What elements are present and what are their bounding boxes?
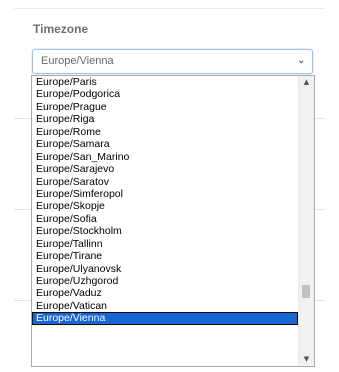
scrollbar-thumb[interactable]	[302, 284, 310, 298]
timezone-label: Timezone	[33, 22, 89, 36]
triangle-down-icon[interactable]: ▼	[299, 353, 314, 366]
timezone-option[interactable]: Europe/Tirane	[32, 250, 298, 262]
card-divider	[14, 8, 325, 9]
timezone-option[interactable]: Europe/Vatican	[32, 300, 298, 312]
timezone-option[interactable]: Europe/Rome	[32, 126, 298, 138]
triangle-up-icon[interactable]: ▲	[299, 76, 314, 89]
settings-page: Timezone Europe/Vienna ⌄ Europe/Paris Eur…	[0, 0, 339, 372]
timezone-option[interactable]: Europe/Sarajevo	[32, 163, 298, 175]
timezone-option[interactable]: Europe/Vaduz	[32, 287, 298, 299]
timezone-options[interactable]: Europe/Paris Europe/Podgorica Europe/Pragu…	[32, 76, 298, 366]
timezone-option[interactable]: Europe/Paris	[32, 76, 298, 88]
timezone-option[interactable]: Europe/Skopje	[32, 200, 298, 212]
timezone-option[interactable]: Europe/San_Marino	[32, 151, 298, 163]
timezone-option[interactable]: Europe/Vienna	[32, 312, 298, 326]
timezone-option[interactable]: Europe/Sofia	[32, 213, 298, 225]
chevron-down-icon[interactable]: ⌄	[297, 55, 307, 67]
timezone-dropdown-list[interactable]: Europe/Paris Europe/Podgorica Europe/Pragu…	[31, 75, 315, 367]
timezone-option[interactable]: Europe/Stockholm	[32, 225, 298, 237]
timezone-option[interactable]: Europe/Uzhgorod	[32, 275, 298, 287]
timezone-select[interactable]: Europe/Vienna ⌄	[32, 49, 313, 74]
dropdown-scrollbar[interactable]: ▲ ▼	[298, 76, 314, 366]
timezone-option[interactable]: Europe/Podgorica	[32, 88, 298, 100]
timezone-option[interactable]: Europe/Samara	[32, 138, 298, 150]
timezone-option[interactable]: Europe/Prague	[32, 101, 298, 113]
timezone-option[interactable]: Europe/Ulyanovsk	[32, 263, 298, 275]
settings-card: Timezone Europe/Vienna ⌄ Europe/Paris Eur…	[0, 0, 339, 372]
timezone-option[interactable]: Europe/Simferopol	[32, 188, 298, 200]
timezone-option[interactable]: Europe/Riga	[32, 113, 298, 125]
timezone-select-value: Europe/Vienna	[41, 55, 114, 67]
timezone-option[interactable]: Europe/Tallinn	[32, 238, 298, 250]
timezone-option[interactable]: Europe/Saratov	[32, 176, 298, 188]
